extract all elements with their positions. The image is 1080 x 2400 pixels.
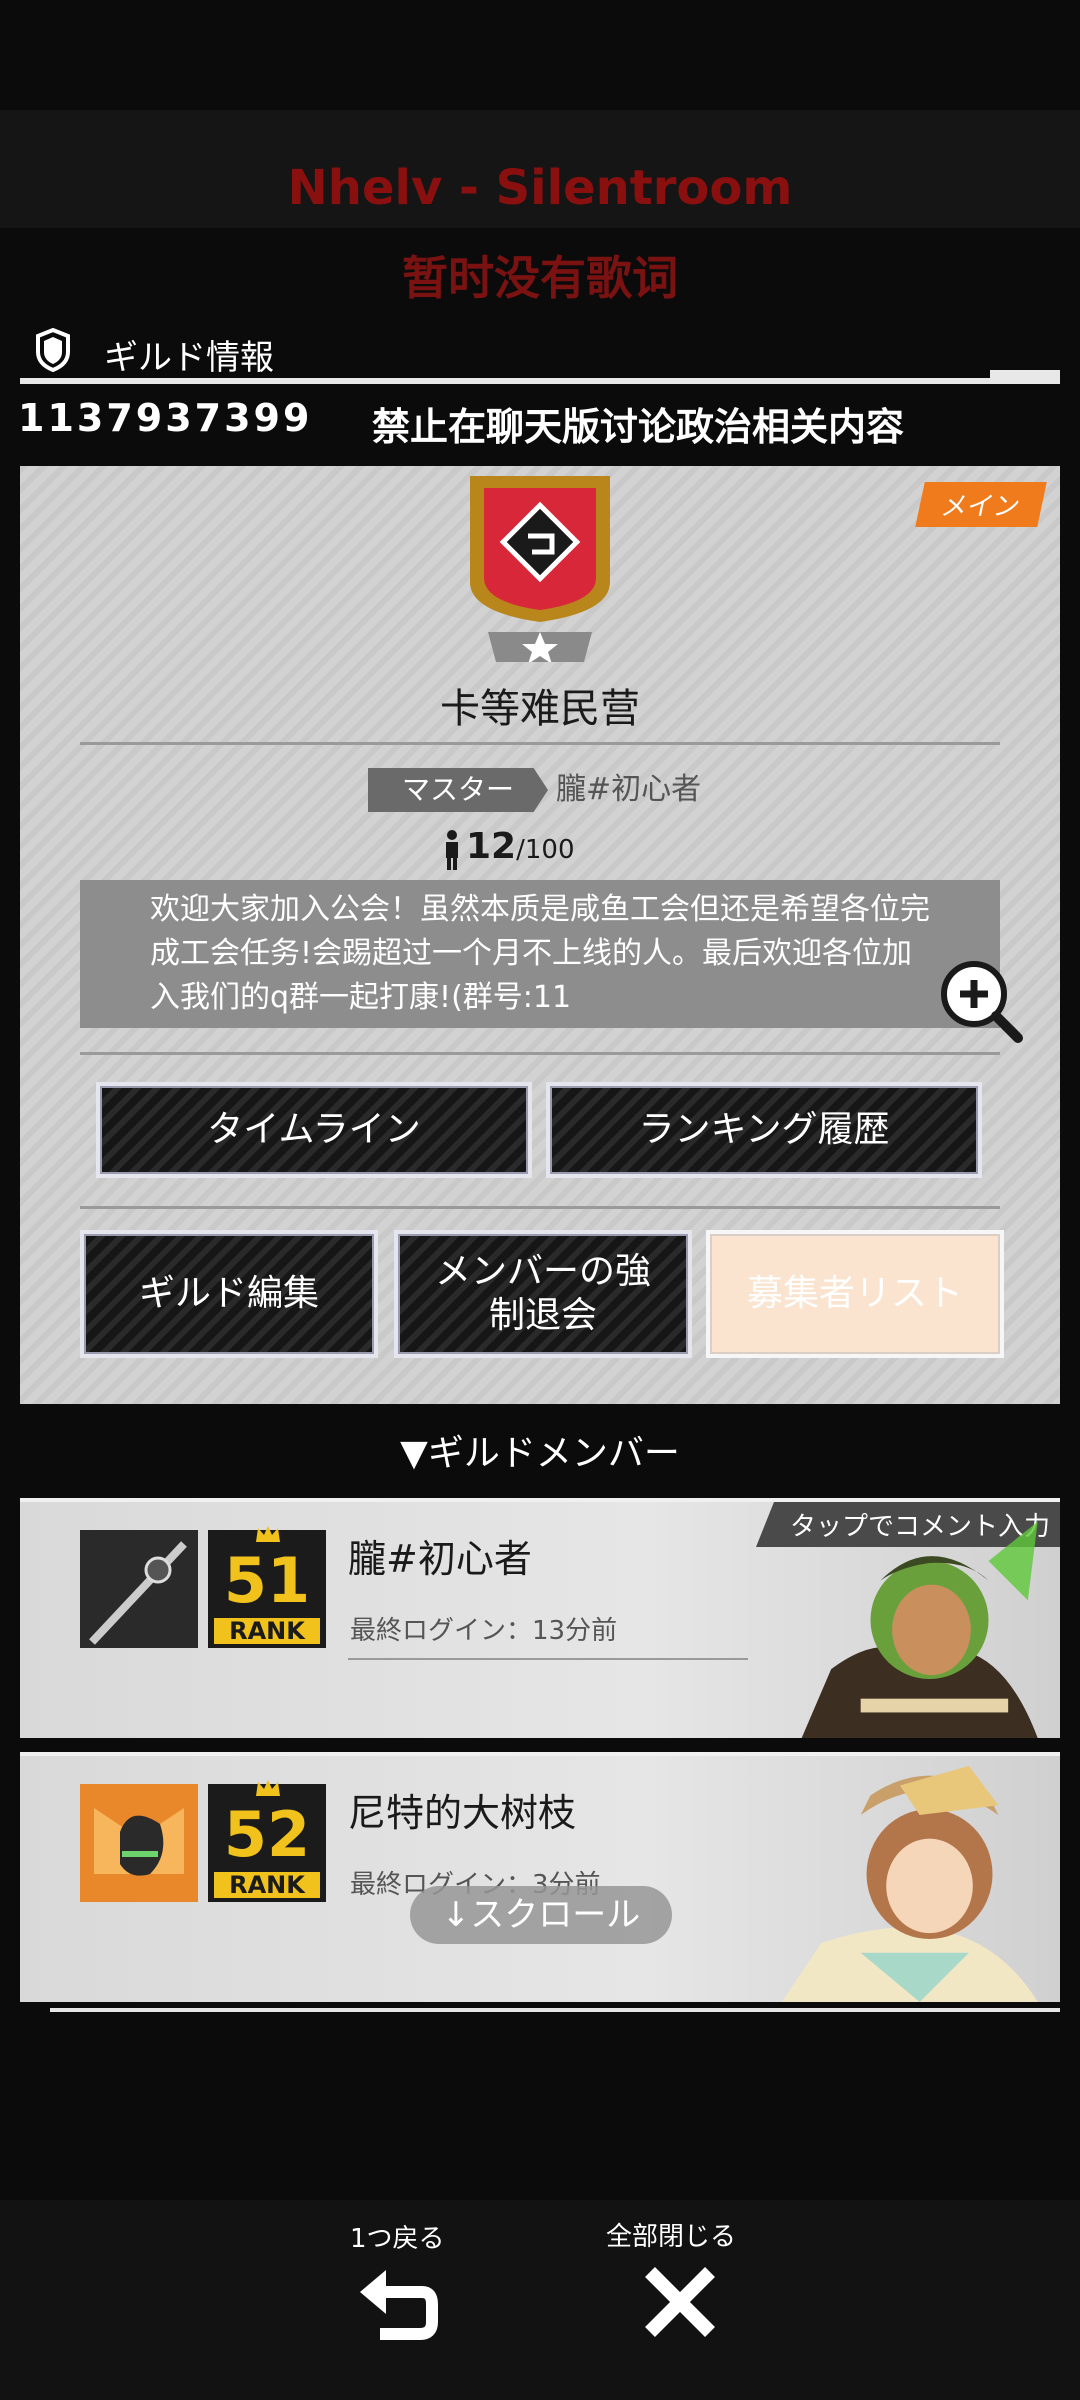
applicant-list-button[interactable]: 募集者リスト <box>710 1234 1000 1354</box>
divider <box>80 1052 1000 1055</box>
background-bottom-bar <box>0 2200 1080 2400</box>
ranking-history-button[interactable]: ランキング履歴 <box>550 1086 978 1174</box>
rank-number: 52 <box>223 1798 311 1871</box>
header-divider <box>20 370 1060 384</box>
guild-panel: メイン 卡等难民营 マスター 朧#初心者 12/100 欢迎大家加入公会！虽然本… <box>20 466 1060 1404</box>
member-last-login: 最終ログイン：13分前 <box>350 1616 618 1646</box>
back-label: 1つ戻る <box>350 2224 445 2254</box>
member-count-value: 12 <box>466 826 517 867</box>
scroll-hint[interactable]: ↓スクロール <box>410 1886 672 1944</box>
qq-number: 1137937399 <box>18 396 313 440</box>
member-name: 朧#初心者 <box>348 1537 532 1581</box>
members-section-title: ▼ギルドメンバー <box>400 1433 680 1474</box>
divider <box>80 1206 1000 1209</box>
member-count-max: /100 <box>516 835 575 865</box>
divider <box>50 2008 1060 2012</box>
person-icon <box>446 830 458 870</box>
member-count: 12/100 <box>446 826 575 870</box>
timeline-button[interactable]: タイムライン <box>100 1086 528 1174</box>
close-all-label: 全部閉じる <box>606 2222 737 2252</box>
member-card[interactable]: 52 RANK 尼特的大树枝 最終ログイン：3分前 <box>20 1752 1060 2002</box>
close-icon[interactable] <box>640 2262 720 2342</box>
rank-badge: 52 RANK <box>208 1780 326 1902</box>
character-portrait <box>781 1765 1038 2002</box>
guild-name: 卡等难民营 <box>440 686 640 732</box>
crown-icon <box>256 1526 280 1542</box>
header-title: ギルド情報 <box>104 338 274 378</box>
divider <box>348 1658 748 1660</box>
rank-label: RANK <box>214 1618 320 1644</box>
shield-icon <box>36 328 70 372</box>
zoom-in-icon[interactable] <box>936 956 1024 1044</box>
sword-icon <box>80 1530 198 1648</box>
back-arrow-icon[interactable] <box>360 2264 442 2344</box>
fox-avatar-icon <box>80 1784 198 1902</box>
master-name: 朧#初心者 <box>556 772 702 807</box>
crown-icon <box>256 1780 280 1796</box>
divider <box>80 742 1000 745</box>
guild-description: 欢迎大家加入公会！虽然本质是咸鱼工会但还是希望各位完成工会任务!会踢超过一个月不… <box>80 880 1000 1028</box>
rank-label: RANK <box>214 1872 320 1898</box>
kick-member-button[interactable]: メンバーの強制退会 <box>398 1234 688 1354</box>
lyrics-subtitle: 暂时没有歌词 <box>402 251 678 305</box>
guild-info-header: ギルド情報 <box>0 322 1060 380</box>
guild-emblem-icon <box>470 476 610 662</box>
chat-notice: 禁止在聊天版讨论政治相关内容 <box>372 405 905 449</box>
master-label: マスター <box>368 768 548 812</box>
rank-number: 51 <box>223 1544 311 1617</box>
main-tag: メイン <box>915 482 1047 527</box>
member-name: 尼特的大树枝 <box>348 1791 577 1835</box>
member-card[interactable]: タップでコメント入力 51 RANK 朧#初心者 最終ログイン：13分前 <box>20 1498 1060 1738</box>
rank-badge: 51 RANK <box>208 1526 326 1648</box>
guild-edit-button[interactable]: ギルド編集 <box>84 1234 374 1354</box>
character-portrait <box>801 1521 1038 1738</box>
lyrics-title: Nhelv - Silentroom <box>287 160 793 216</box>
